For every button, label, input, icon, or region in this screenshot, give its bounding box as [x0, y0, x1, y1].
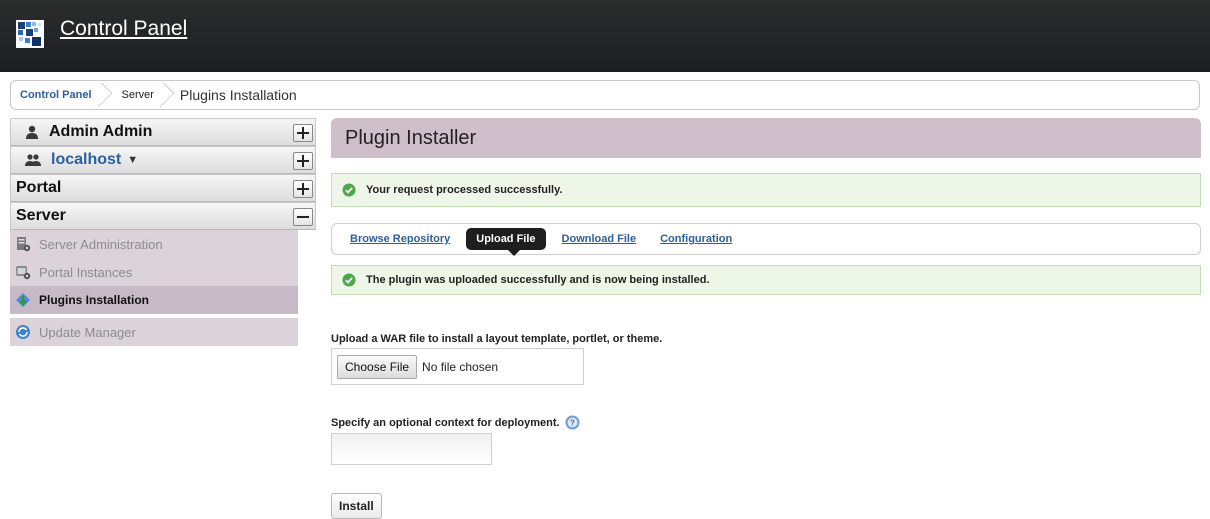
sidebar-item-label: Portal Instances — [39, 264, 133, 280]
page-title: Plugin Installer — [331, 118, 1201, 158]
panel-admin-admin[interactable]: Admin Admin — [10, 118, 316, 146]
tab-upload-file[interactable]: Upload File — [466, 228, 546, 256]
sidebar-item-plugins-installation[interactable]: Plugins Installation — [10, 286, 316, 314]
panel-server[interactable]: Server — [10, 202, 316, 230]
expand-icon[interactable] — [293, 180, 313, 198]
check-circle-icon — [342, 273, 356, 287]
expand-icon[interactable] — [293, 152, 313, 170]
file-status-text: No file chosen — [422, 359, 499, 374]
server-nav-list: Server Administration Portal Instances P… — [10, 230, 316, 346]
top-bar: Control Panel — [0, 0, 1210, 72]
success-message-request: Your request processed successfully. — [331, 173, 1201, 207]
chevron-down-icon[interactable]: ▼ — [127, 154, 138, 166]
panel-label: localhost — [51, 151, 122, 168]
breadcrumb-control-panel[interactable]: Control Panel — [11, 81, 112, 109]
panel-portal[interactable]: Portal — [10, 174, 316, 202]
help-icon[interactable]: ? — [565, 415, 580, 430]
plugins-installation-icon — [16, 293, 30, 307]
breadcrumb-current: Plugins Installation — [179, 87, 297, 103]
breadcrumb: Control Panel Server Plugins Installatio… — [10, 80, 1200, 110]
collapse-icon[interactable] — [293, 208, 313, 226]
panel-label: Portal — [16, 179, 62, 196]
panel-localhost[interactable]: localhost ▼ — [10, 146, 316, 174]
update-manager-icon — [16, 325, 30, 339]
context-label: Specify an optional context for deployme… — [331, 415, 580, 430]
message-text: Your request processed successfully. — [366, 184, 563, 196]
check-circle-icon — [342, 183, 356, 197]
tab-bar: Browse Repository Upload File Download F… — [331, 223, 1201, 256]
breadcrumb-server[interactable]: Server — [106, 81, 175, 109]
panel-label: Server — [16, 207, 66, 224]
sidebar-item-label: Server Administration — [39, 236, 163, 252]
file-input[interactable]: Choose File No file chosen — [331, 348, 584, 385]
svg-text:?: ? — [570, 419, 575, 428]
sidebar-item-portal-instances[interactable]: Portal Instances — [10, 258, 298, 286]
portal-instances-icon — [16, 266, 31, 280]
liferay-logo-icon[interactable] — [16, 20, 44, 48]
user-icon — [26, 125, 38, 139]
upload-war-label: Upload a WAR file to install a layout te… — [331, 333, 663, 345]
breadcrumb-label: Server — [121, 89, 154, 101]
sidebar-item-label: Update Manager — [39, 324, 136, 340]
choose-file-button[interactable]: Choose File — [337, 354, 418, 379]
install-button[interactable]: Install — [331, 493, 382, 519]
sidebar: Admin Admin localhost ▼ Portal Server Se… — [10, 118, 316, 346]
sidebar-item-label: Plugins Installation — [39, 293, 150, 307]
main-content: Plugin Installer Your request processed … — [331, 118, 1201, 519]
app-title[interactable]: Control Panel — [60, 17, 187, 41]
expand-icon[interactable] — [293, 124, 313, 142]
message-text: The plugin was uploaded successfully and… — [366, 274, 710, 286]
success-message-upload: The plugin was uploaded successfully and… — [331, 265, 1201, 295]
panel-label: Admin Admin — [49, 123, 153, 140]
breadcrumb-label: Control Panel — [20, 89, 92, 101]
server-admin-icon — [17, 237, 31, 252]
sidebar-item-update-manager[interactable]: Update Manager — [10, 318, 298, 346]
sidebar-item-server-administration[interactable]: Server Administration — [10, 230, 298, 258]
group-icon — [25, 154, 41, 166]
context-input[interactable] — [331, 433, 492, 465]
tab-browse-repository[interactable]: Browse Repository — [350, 233, 450, 245]
tab-download-file[interactable]: Download File — [562, 233, 637, 245]
tab-configuration[interactable]: Configuration — [660, 233, 732, 245]
context-label-text: Specify an optional context for deployme… — [331, 416, 560, 429]
